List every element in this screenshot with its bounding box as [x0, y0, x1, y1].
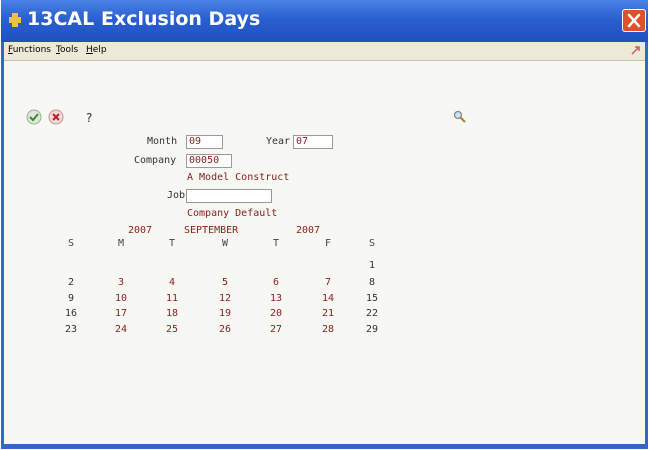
menu-help-mnemonic: H — [86, 45, 93, 55]
calendar-day[interactable]: 20 — [264, 308, 288, 319]
calendar-day[interactable]: 5 — [213, 277, 237, 288]
calendar-day[interactable]: 27 — [264, 324, 288, 335]
calendar-day[interactable]: 25 — [160, 324, 184, 335]
calendar-day[interactable]: 11 — [160, 293, 184, 304]
company-name: A Model Construct — [187, 172, 290, 183]
month-label: Month — [147, 136, 178, 147]
day-of-week-header: M — [117, 238, 125, 249]
job-description: Company Default — [187, 208, 278, 219]
menu-functions-rest: unctions — [12, 45, 51, 55]
calendar-day[interactable]: 2 — [59, 277, 83, 288]
calendar-day[interactable]: 3 — [109, 277, 133, 288]
cancel-x-icon[interactable] — [48, 109, 64, 125]
calendar-day[interactable]: 17 — [109, 308, 133, 319]
calendar-day[interactable]: 19 — [213, 308, 237, 319]
year-label: Year — [266, 136, 291, 147]
calendar-day[interactable]: 29 — [360, 324, 384, 335]
company-label: Company — [134, 155, 177, 166]
day-of-week-header: T — [272, 238, 280, 249]
calendar-day[interactable]: 22 — [360, 308, 384, 319]
calendar-day[interactable]: 12 — [213, 293, 237, 304]
menu-bar: Functions Tools Help — [4, 42, 645, 61]
month-field[interactable]: 09 — [186, 135, 223, 149]
calendar-day[interactable]: 13 — [264, 293, 288, 304]
calendar-year-left: 2007 — [128, 225, 153, 236]
ok-check-icon[interactable] — [26, 109, 42, 125]
day-of-week-header: S — [67, 238, 75, 249]
job-field[interactable] — [186, 189, 272, 203]
calendar-day[interactable]: 21 — [316, 308, 340, 319]
calendar-year-right: 2007 — [296, 225, 321, 236]
menu-tools-rest: ools — [59, 45, 79, 55]
form-area: ? Month 09 Year 07 Company 00050 A Model… — [4, 61, 645, 444]
close-icon — [627, 13, 641, 28]
window-title: Exclusion Days — [101, 8, 261, 30]
calendar-day[interactable]: 8 — [360, 277, 384, 288]
menu-help-rest: elp — [92, 45, 107, 55]
application-window: 13CAL Exclusion Days Functions Tools Hel… — [1, 0, 648, 449]
calendar-day[interactable]: 10 — [109, 293, 133, 304]
calendar-day[interactable]: 14 — [316, 293, 340, 304]
title-bar[interactable]: 13CAL Exclusion Days — [1, 0, 648, 42]
calendar-day[interactable]: 23 — [59, 324, 83, 335]
search-icon[interactable] — [453, 110, 467, 124]
window-code: 13CAL — [27, 8, 95, 30]
year-field[interactable]: 07 — [293, 135, 333, 149]
calendar-day[interactable]: 24 — [109, 324, 133, 335]
menu-functions[interactable]: Functions — [8, 45, 51, 55]
calendar-day[interactable]: 16 — [59, 308, 83, 319]
day-of-week-header: F — [324, 238, 332, 249]
calendar-day[interactable]: 18 — [160, 308, 184, 319]
help-button[interactable]: ? — [86, 111, 92, 125]
calendar-day[interactable]: 15 — [360, 293, 384, 304]
day-of-week-header: W — [221, 238, 229, 249]
menu-help[interactable]: Help — [86, 45, 107, 55]
day-of-week-header: T — [168, 238, 176, 249]
calendar-day[interactable]: 7 — [316, 277, 340, 288]
job-label: Job — [167, 190, 186, 201]
calendar-day[interactable]: 26 — [213, 324, 237, 335]
calendar-day[interactable]: 9 — [59, 293, 83, 304]
restore-icon[interactable] — [630, 44, 642, 56]
calendar-month: SEPTEMBER — [184, 225, 239, 236]
calendar-day[interactable]: 28 — [316, 324, 340, 335]
company-field[interactable]: 00050 — [186, 154, 232, 168]
close-button[interactable] — [622, 9, 646, 32]
menu-tools[interactable]: Tools — [56, 45, 78, 55]
calendar-day[interactable]: 6 — [264, 277, 288, 288]
calendar-day[interactable]: 1 — [360, 260, 384, 271]
calendar-day[interactable]: 4 — [160, 277, 184, 288]
day-of-week-header: S — [368, 238, 376, 249]
app-icon — [9, 13, 21, 27]
